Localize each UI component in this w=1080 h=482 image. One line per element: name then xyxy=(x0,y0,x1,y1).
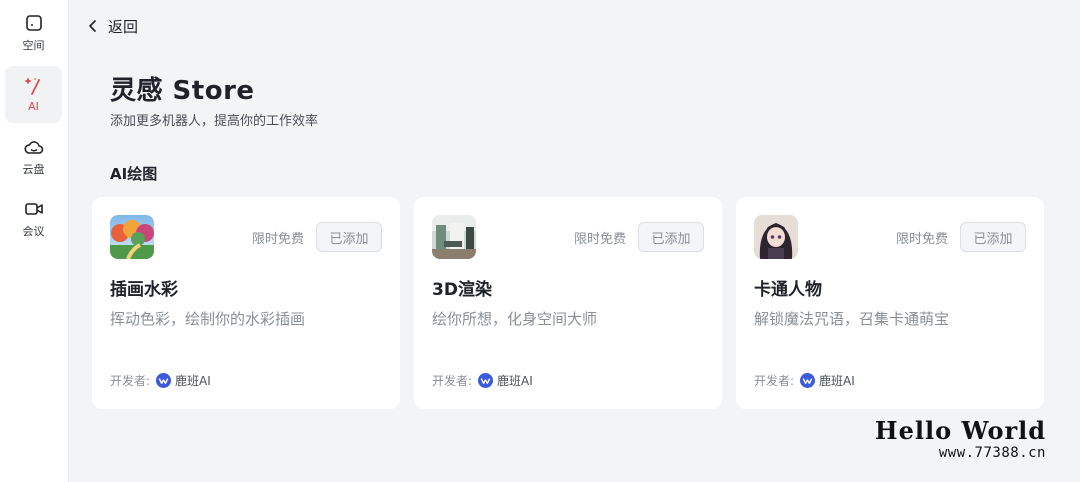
bot-card[interactable]: 限时免费 已添加 插画水彩 挥动色彩，绘制你的水彩插画 开发者: 鹿班AI xyxy=(92,197,400,409)
cloud-icon xyxy=(23,140,43,154)
developer-label: 开发者: xyxy=(432,374,473,388)
watermark: Hello World www.77388.cn xyxy=(875,416,1046,461)
added-button[interactable]: 已添加 xyxy=(316,222,382,252)
3d-render-thumbnail-icon xyxy=(432,215,476,259)
bot-card[interactable]: 限时免费 已添加 3D渲染 绘你所想，化身空间大师 开发者: 鹿班AI xyxy=(414,197,722,409)
card-title: 插画水彩 xyxy=(110,280,178,300)
watermark-url: www.77388.cn xyxy=(938,445,1046,461)
developer-name: 鹿班AI xyxy=(497,374,533,388)
sidebar-item-cloud[interactable]: 云盘 xyxy=(5,128,62,185)
video-camera-icon xyxy=(24,202,43,215)
card-description: 挥动色彩，绘制你的水彩插画 xyxy=(110,310,306,328)
developer-label: 开发者: xyxy=(754,374,795,388)
space-icon xyxy=(25,14,42,31)
card-title: 卡通人物 xyxy=(754,280,822,300)
app-window: 空间 AI 云盘 会议 返回 灵感 Store 添加更多机器人，提高你的工作效率… xyxy=(0,0,1080,482)
section-title: AI绘图 xyxy=(110,165,158,183)
sidebar-item-label: 会议 xyxy=(22,224,45,238)
developer-info: 开发者: 鹿班AI xyxy=(432,372,533,389)
sidebar-item-ai[interactable]: AI xyxy=(5,66,62,123)
main-content: 返回 灵感 Store 添加更多机器人，提高你的工作效率 AI绘图 限时免费 已… xyxy=(70,0,1080,482)
luban-logo-icon xyxy=(478,373,494,388)
sidebar-item-label: AI xyxy=(28,100,39,113)
sidebar-item-label: 云盘 xyxy=(22,162,45,176)
magic-wand-icon xyxy=(24,78,40,95)
luban-logo-icon xyxy=(156,373,172,388)
page-title: 灵感 Store xyxy=(110,76,255,106)
price-tag: 限时免费 xyxy=(251,232,304,247)
sidebar-item-meeting[interactable]: 会议 xyxy=(5,190,62,247)
chevron-left-icon xyxy=(89,20,96,32)
watercolor-thumbnail-icon xyxy=(110,215,154,259)
developer-name: 鹿班AI xyxy=(175,374,211,388)
developer-info: 开发者: 鹿班AI xyxy=(754,372,855,389)
sidebar: 空间 AI 云盘 会议 xyxy=(0,0,69,482)
luban-logo-icon xyxy=(800,373,816,388)
card-description: 解锁魔法咒语，召集卡通萌宝 xyxy=(754,310,950,328)
sidebar-item-space[interactable]: 空间 xyxy=(5,4,62,61)
cartoon-character-thumbnail-icon xyxy=(754,215,798,259)
added-button[interactable]: 已添加 xyxy=(638,222,704,252)
developer-name: 鹿班AI xyxy=(819,374,855,388)
price-tag: 限时免费 xyxy=(895,232,948,247)
developer-info: 开发者: 鹿班AI xyxy=(110,372,211,389)
back-label: 返回 xyxy=(108,17,139,36)
sidebar-item-label: 空间 xyxy=(22,38,45,52)
price-tag: 限时免费 xyxy=(573,232,626,247)
developer-label: 开发者: xyxy=(110,374,151,388)
page-subtitle: 添加更多机器人，提高你的工作效率 xyxy=(110,114,319,129)
bot-card[interactable]: 限时免费 已添加 卡通人物 解锁魔法咒语，召集卡通萌宝 开发者: 鹿班AI xyxy=(736,197,1044,409)
card-description: 绘你所想，化身空间大师 xyxy=(432,310,598,328)
added-button[interactable]: 已添加 xyxy=(960,222,1026,252)
back-button[interactable]: 返回 xyxy=(86,13,138,39)
card-title: 3D渲染 xyxy=(432,280,492,300)
watermark-title: Hello World xyxy=(874,416,1046,445)
